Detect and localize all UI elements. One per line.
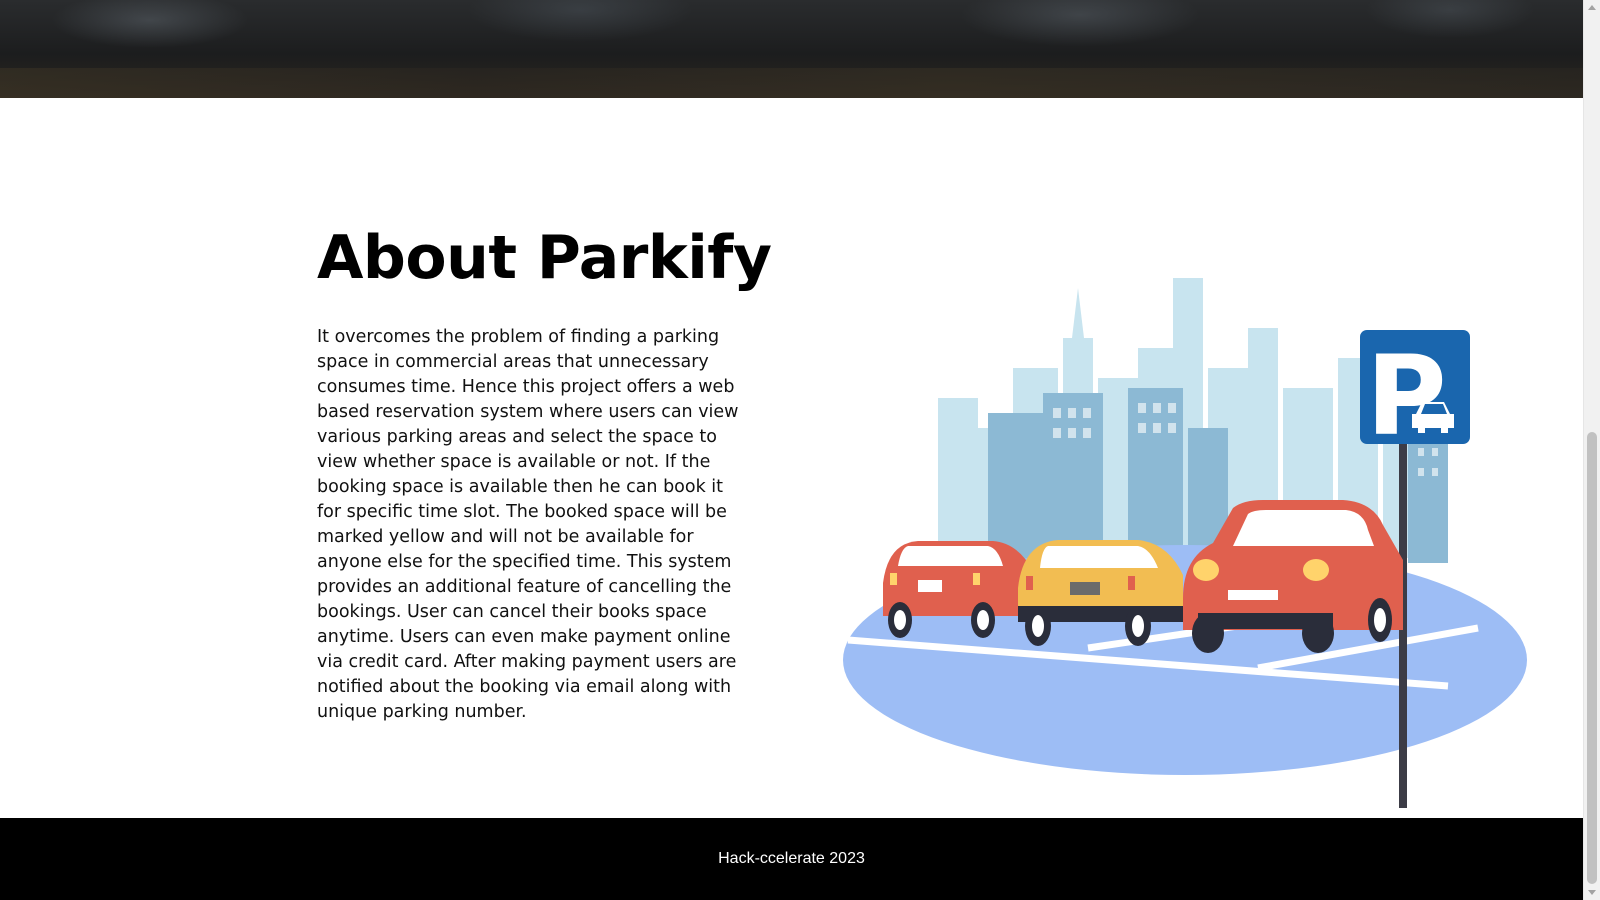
parking-sign-icon: P <box>1360 330 1470 460</box>
about-section: About Parkify It overcomes the problem o… <box>0 98 1583 818</box>
parking-sign-letter: P <box>1366 332 1447 460</box>
footer: Hack-ccelerate 2023 <box>0 818 1583 900</box>
scroll-down-arrow-icon[interactable] <box>1588 890 1596 895</box>
footer-copyright: Hack-ccelerate 2023 <box>718 850 865 867</box>
vertical-scrollbar[interactable] <box>1583 0 1600 900</box>
scroll-up-arrow-icon[interactable] <box>1588 5 1596 10</box>
parking-lot-illustration: P <box>843 278 1527 808</box>
about-description: It overcomes the problem of finding a pa… <box>317 327 739 722</box>
scrollbar-thumb[interactable] <box>1587 432 1597 884</box>
about-title: About Parkify <box>317 223 772 293</box>
hero-background-image <box>0 0 1583 98</box>
